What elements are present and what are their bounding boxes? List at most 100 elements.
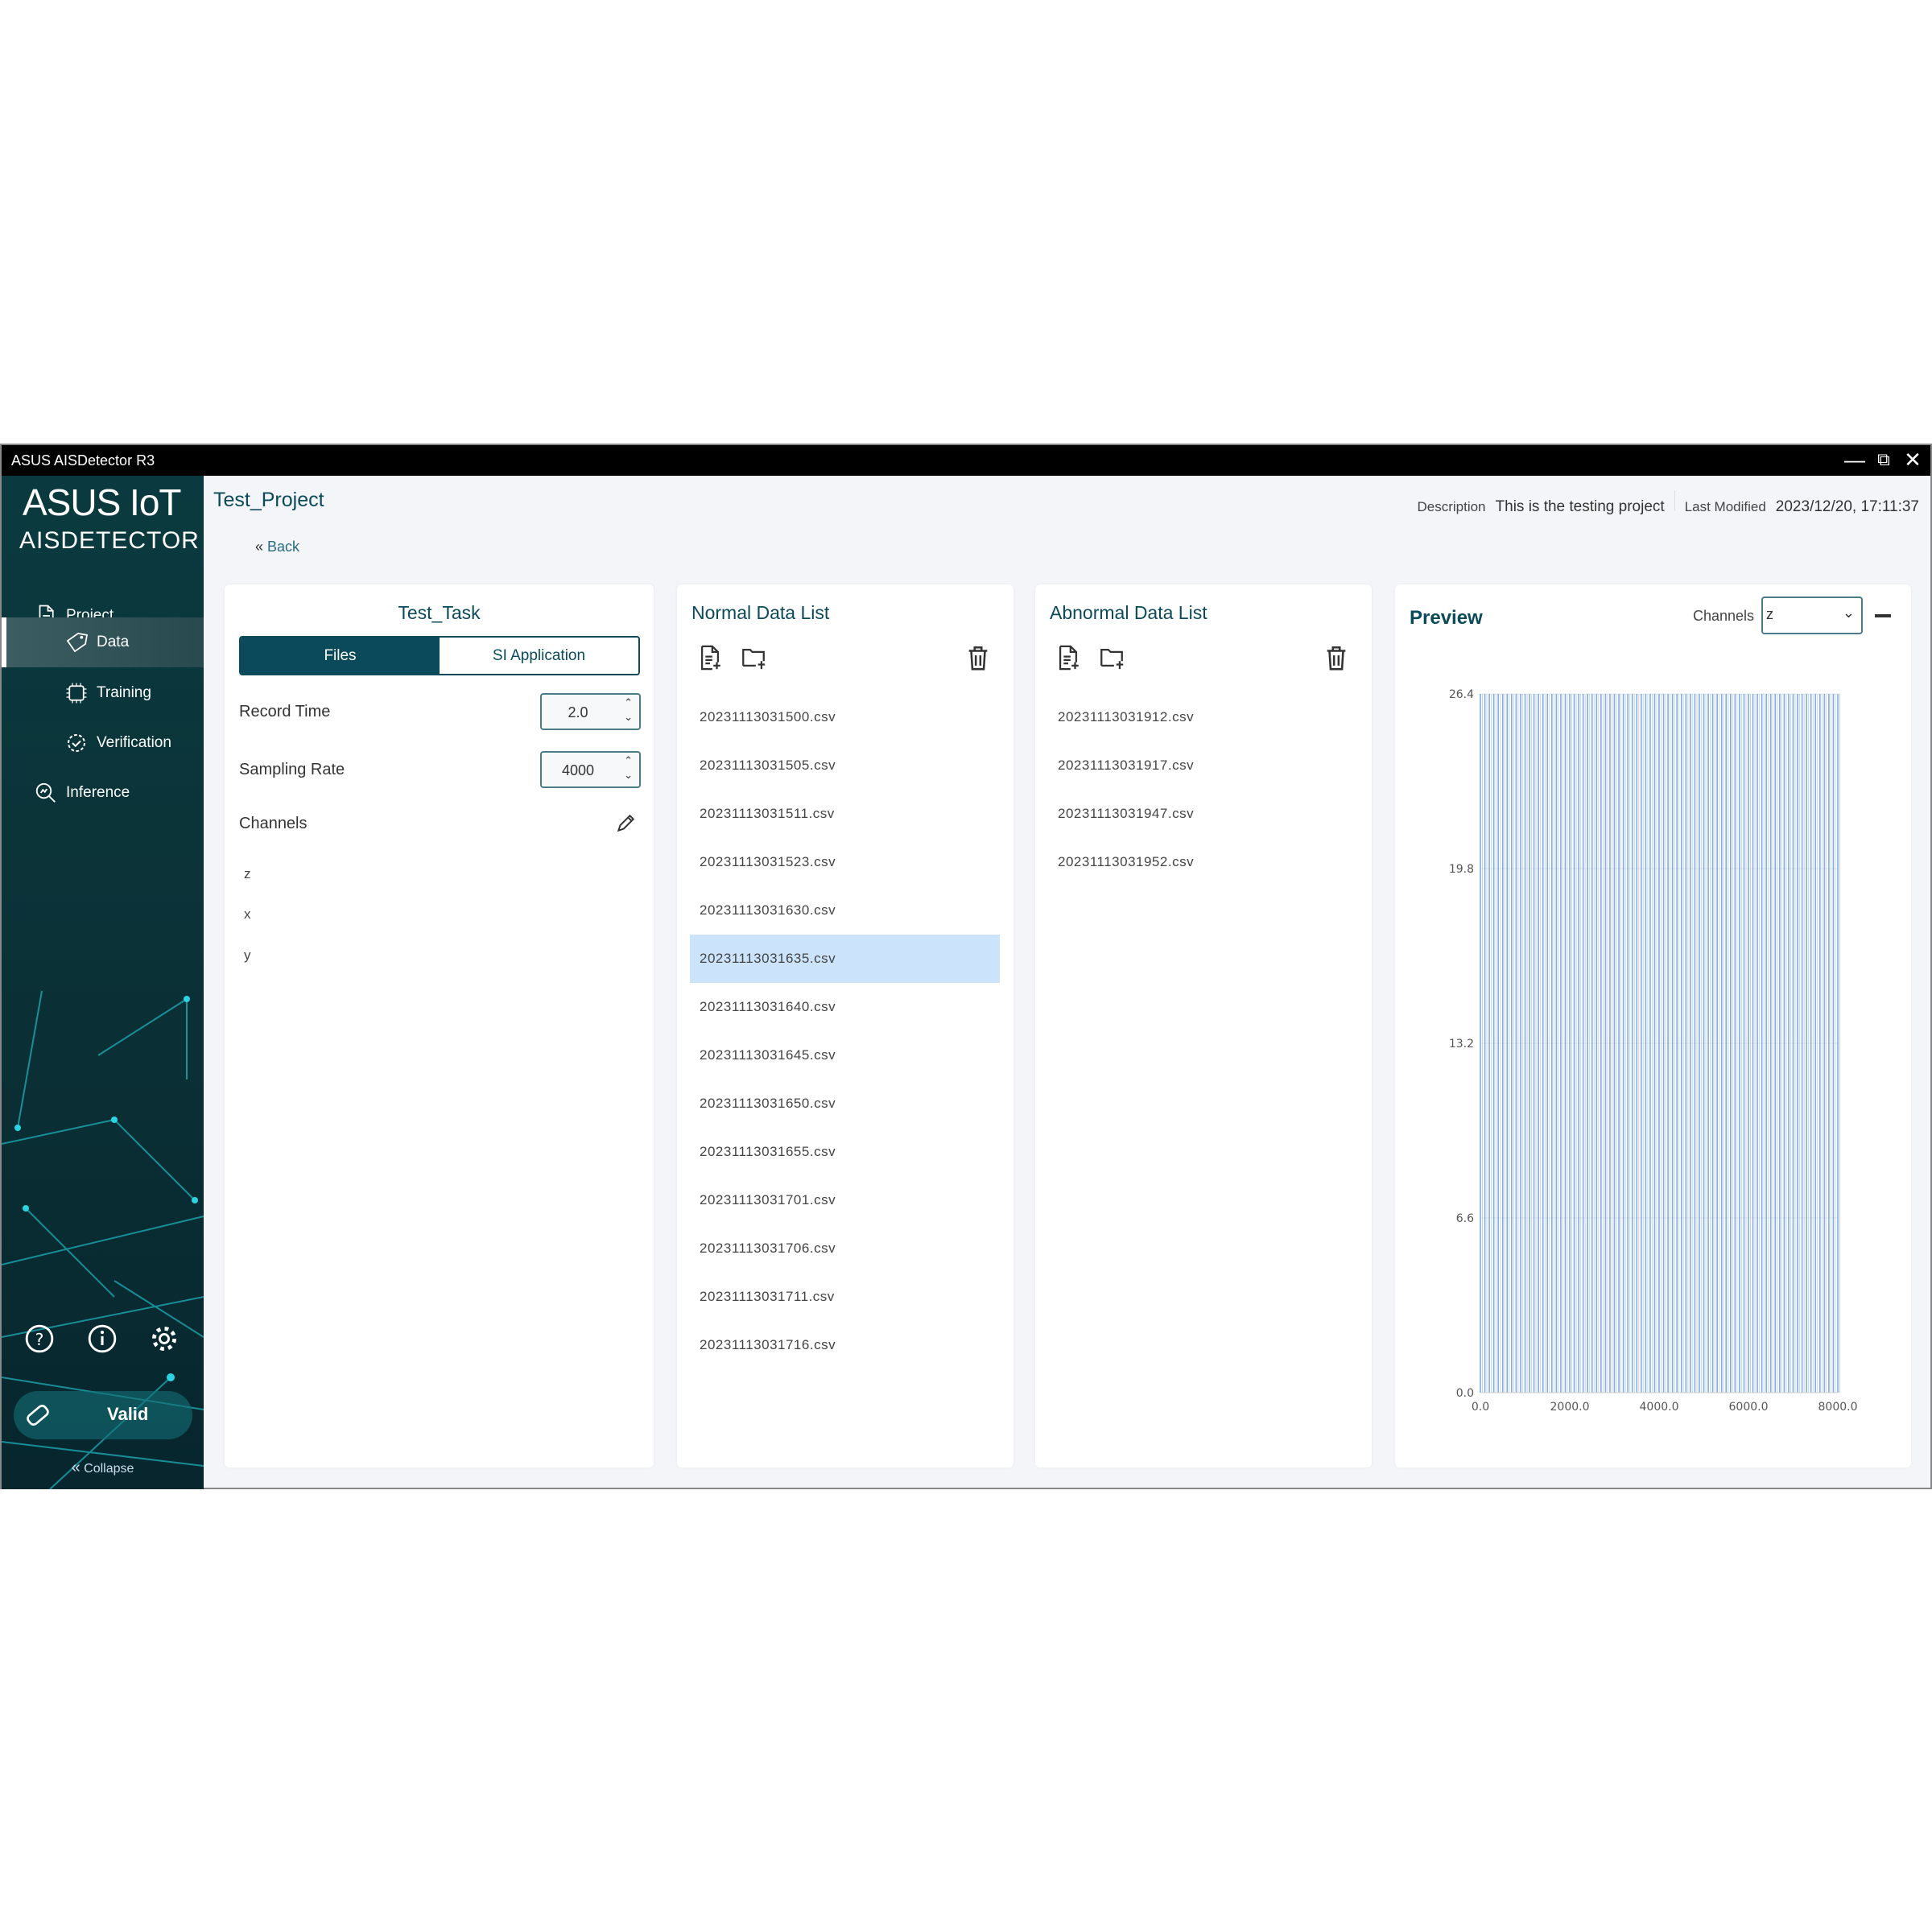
y-tick-label: 6.6 — [1456, 1212, 1474, 1225]
info-icon[interactable] — [87, 1323, 118, 1354]
abnormal-list-title: Abnormal Data List — [1050, 602, 1208, 623]
sidebar-item-label: Training — [97, 684, 151, 701]
chevron-down-icon[interactable]: ⌄ — [624, 711, 633, 724]
chevron-up-icon[interactable]: ⌃ — [624, 696, 633, 709]
gear-check-icon — [68, 734, 85, 752]
last-modified-label: Last Modified — [1684, 499, 1766, 514]
record-time-stepper[interactable]: 2.0 ⌃ ⌄ — [540, 693, 641, 730]
help-icon[interactable]: ? — [24, 1323, 55, 1354]
file-list-item[interactable]: 20231113031635.csv — [690, 935, 1000, 983]
y-tick-label: 26.4 — [1449, 688, 1474, 701]
file-list-item[interactable]: 20231113031500.csv — [690, 693, 1000, 741]
file-list-item[interactable]: 20231113031523.csv — [690, 838, 1000, 886]
app-window: ASUS AISDetector R3 — ⧉ ✕ ASUS IoT AISDE… — [0, 444, 1932, 1489]
sidebar: ASUS IoT AISDETECTOR Project Data Traini… — [2, 476, 204, 1489]
description-value: This is the testing project — [1495, 498, 1665, 515]
sidebar-item-label: Data — [97, 634, 130, 650]
license-status-text: Valid — [107, 1404, 149, 1424]
file-list-item[interactable]: 20231113031917.csv — [1048, 741, 1358, 790]
tag-icon — [66, 632, 89, 653]
record-time-label: Record Time — [239, 703, 331, 720]
sampling-rate-label: Sampling Rate — [239, 761, 345, 778]
chevron-down-icon[interactable]: ⌄ — [624, 769, 633, 782]
tab-files[interactable]: Files — [241, 638, 440, 674]
tab-si-application[interactable]: SI Application — [440, 638, 638, 674]
preview-panel: Preview Channels z ⌄ 0.0 6.6 13.2 19.8 26.4 0… — [1395, 584, 1911, 1468]
x-tick-label: 8000.0 — [1818, 1401, 1858, 1414]
collapse-button[interactable]: « Collapse — [2, 1459, 204, 1477]
window-title: ASUS AISDetector R3 — [11, 452, 155, 469]
sidebar-item-label: Verification — [97, 734, 171, 751]
file-list-item[interactable]: 20231113031640.csv — [690, 983, 1000, 1031]
restore-icon[interactable]: ⧉ — [1869, 445, 1898, 476]
task-title: Test_Task — [398, 602, 481, 623]
search-chart-icon — [35, 782, 56, 803]
license-status-button[interactable]: Valid — [14, 1391, 192, 1439]
trash-icon[interactable] — [964, 643, 992, 672]
channel-item: x — [244, 906, 251, 922]
sidebar-item-verification[interactable]: Verification — [2, 719, 204, 767]
channel-item: z — [244, 866, 251, 881]
project-meta: Description This is the testing project … — [1417, 490, 1919, 516]
back-link[interactable]: « Back — [255, 539, 299, 555]
channels-label: Channels — [239, 815, 308, 832]
sampling-rate-stepper[interactable]: 4000 ⌃ ⌄ — [540, 751, 641, 788]
file-list-item[interactable]: 20231113031701.csv — [690, 1176, 1000, 1224]
file-list-item[interactable]: 20231113031716.csv — [690, 1321, 1000, 1369]
back-label: Back — [267, 539, 300, 555]
logo-aisdetector: AISDETECTOR — [19, 527, 200, 554]
file-list-item[interactable]: 20231113031630.csv — [690, 886, 1000, 935]
channel-item: y — [244, 947, 251, 963]
chip-icon — [66, 683, 87, 704]
file-list-item[interactable]: 20231113031947.csv — [1048, 790, 1358, 838]
abnormal-data-panel: Abnormal Data List 20231113031912.csv 202… — [1035, 584, 1372, 1468]
chevron-double-left-icon: « — [255, 539, 264, 555]
file-list-item[interactable]: 20231113031505.csv — [690, 741, 1000, 790]
file-list-item[interactable]: 20231113031650.csv — [690, 1080, 1000, 1128]
page-title: Test_Project — [213, 489, 324, 511]
trash-icon[interactable] — [1323, 643, 1350, 672]
file-list-item[interactable]: 20231113031645.csv — [690, 1031, 1000, 1080]
logo-asus-iot: ASUS IoT — [23, 481, 182, 523]
x-tick-label: 4000.0 — [1640, 1401, 1679, 1414]
sidebar-item-data[interactable]: Data — [2, 617, 204, 667]
y-tick-label: 0.0 — [1456, 1387, 1474, 1400]
pencil-icon[interactable] — [615, 813, 636, 834]
add-file-icon[interactable] — [696, 643, 724, 672]
collapse-label: Collapse — [84, 1462, 134, 1476]
sidebar-item-training[interactable]: Training — [2, 669, 204, 717]
sidebar-item-label: Inference — [66, 784, 130, 801]
file-list-item[interactable]: 20231113031706.csv — [690, 1224, 1000, 1273]
normal-data-panel: Normal Data List 20231113031500.csv 20231… — [677, 584, 1013, 1468]
normal-list-title: Normal Data List — [691, 602, 830, 623]
x-tick-label: 6000.0 — [1729, 1401, 1769, 1414]
usb-key-icon — [27, 1405, 49, 1426]
description-label: Description — [1417, 499, 1486, 514]
settings-icon[interactable] — [149, 1323, 180, 1354]
last-modified-value: 2023/12/20, 17:11:37 — [1775, 498, 1919, 515]
add-folder-icon[interactable] — [1098, 643, 1125, 672]
chevron-up-icon[interactable]: ⌃ — [624, 754, 633, 767]
svg-text:?: ? — [35, 1330, 44, 1349]
task-panel: Test_Task Files SI Application Record Ti… — [225, 584, 654, 1468]
close-icon[interactable]: ✕ — [1898, 445, 1927, 476]
task-tabs: Files SI Application — [239, 636, 640, 675]
sampling-rate-value: 4000 — [561, 762, 595, 778]
x-tick-label: 2000.0 — [1550, 1401, 1590, 1414]
file-list-item[interactable]: 20231113031912.csv — [1048, 693, 1358, 741]
x-tick-label: 0.0 — [1472, 1401, 1489, 1414]
add-folder-icon[interactable] — [740, 643, 767, 672]
sidebar-item-inference[interactable]: Inference — [2, 769, 204, 817]
file-list-item[interactable]: 20231113031655.csv — [690, 1128, 1000, 1176]
title-bar: ASUS AISDetector R3 — [2, 445, 1930, 476]
preview-chart: 0.0 6.6 13.2 19.8 26.4 0.0 2000.0 4000.0 6000.0 8… — [1449, 688, 1858, 1414]
file-list-item[interactable]: 20231113031511.csv — [690, 790, 1000, 838]
y-tick-label: 19.8 — [1449, 863, 1474, 876]
record-time-value: 2.0 — [568, 704, 588, 720]
file-list-item[interactable]: 20231113031952.csv — [1048, 838, 1358, 886]
y-tick-label: 13.2 — [1449, 1038, 1474, 1051]
file-list-item[interactable]: 20231113031711.csv — [690, 1273, 1000, 1321]
add-file-icon[interactable] — [1055, 643, 1082, 672]
divider — [1674, 490, 1675, 511]
minimize-icon[interactable]: — — [1840, 445, 1869, 476]
